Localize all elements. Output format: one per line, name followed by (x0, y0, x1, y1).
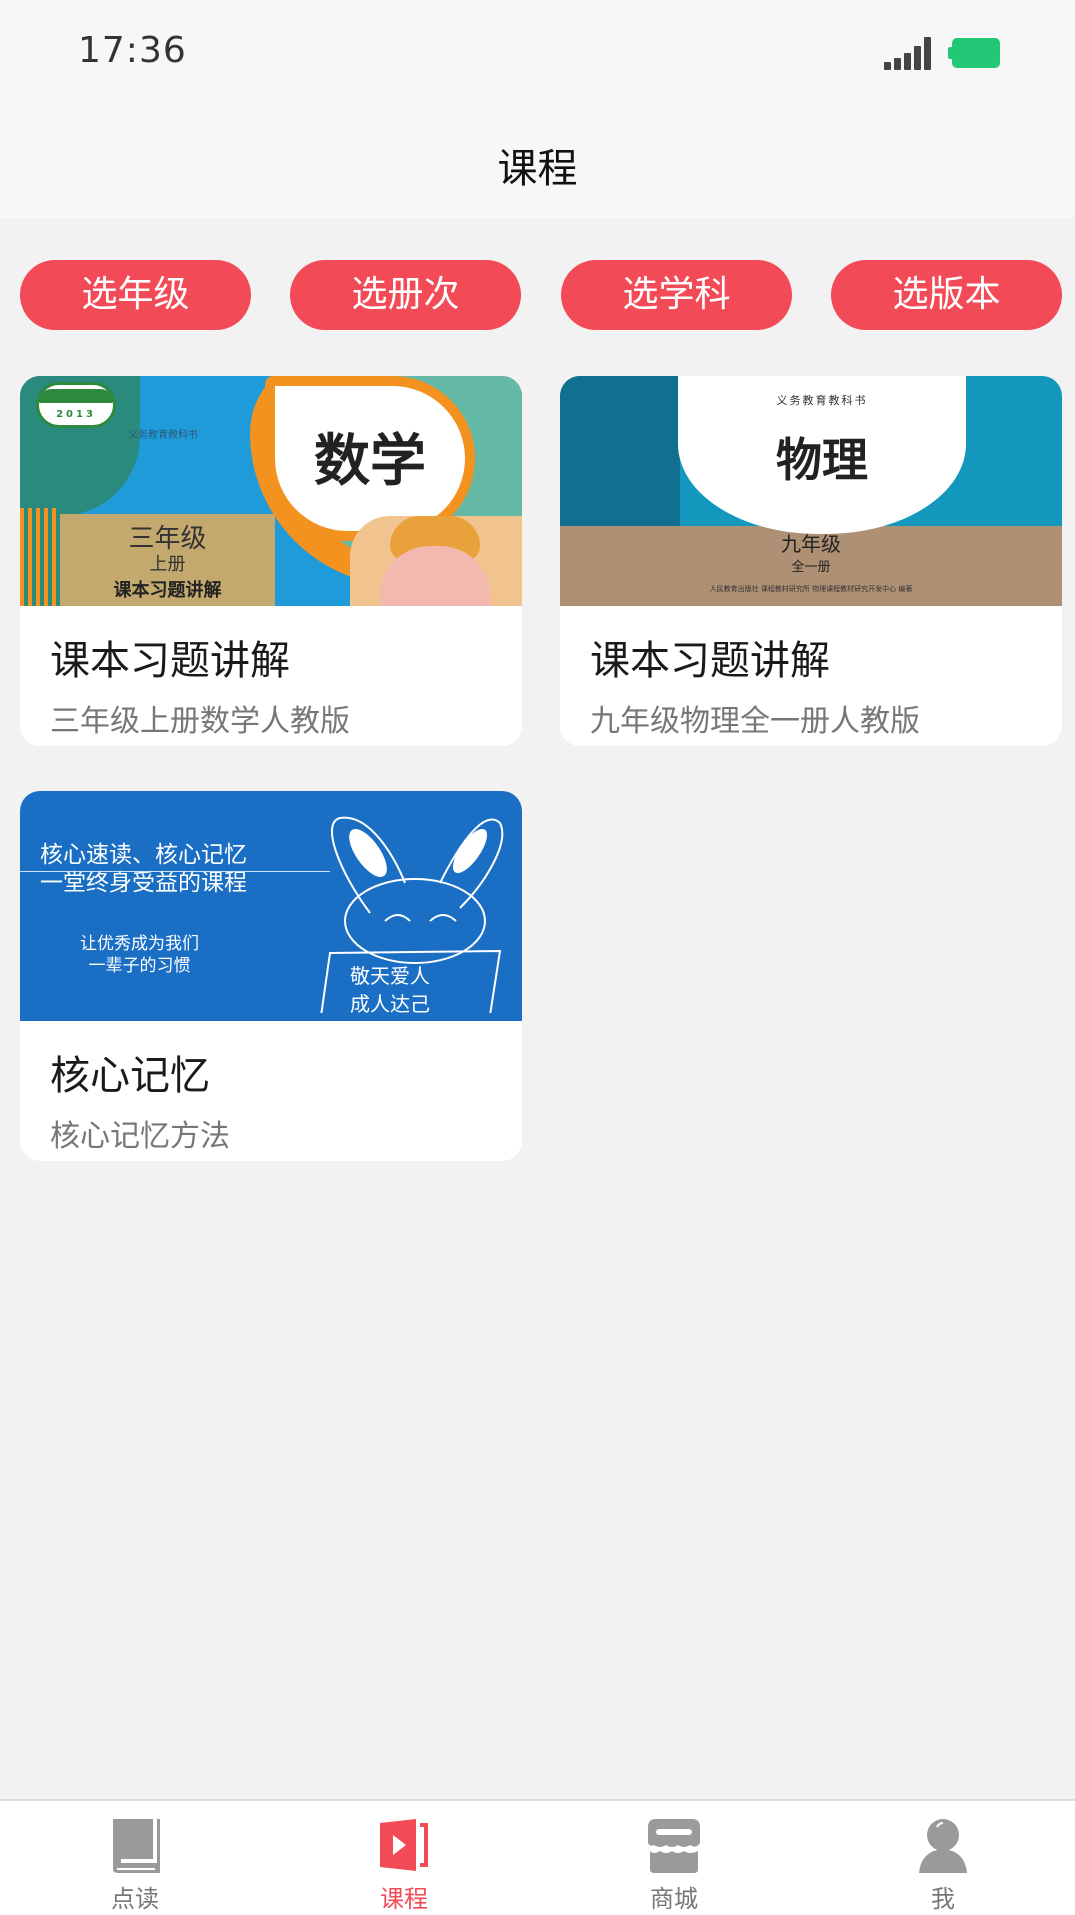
course-cover-image: 义务教育教科书 物理 九年级 全一册 人民教育出版社 课程教材研究所 物理课程教… (560, 376, 1062, 606)
course-cover-image: 2013 义务教育教科书 数学 三年级 上册 课本习题讲解 (20, 376, 522, 606)
course-card-math[interactable]: 2013 义务教育教科书 数学 三年级 上册 课本习题讲解 课本习题讲解 三年级… (20, 376, 522, 746)
course-title: 核心记忆 (50, 1053, 210, 1099)
tab-read[interactable]: 点读 (75, 1801, 195, 1915)
tab-me[interactable]: 我 (883, 1801, 1003, 1915)
course-cover-image: 核心速读、核心记忆 一堂终身受益的课程 让优秀成为我们 一辈子的习惯 敬天爱人 … (20, 791, 522, 1021)
tab-label: 课程 (380, 1885, 428, 1913)
page-title: 课程 (497, 146, 578, 192)
cover-subject: 物理 (776, 433, 868, 487)
course-card-memory[interactable]: 核心速读、核心记忆 一堂终身受益的课程 让优秀成为我们 一辈子的习惯 敬天爱人 … (20, 791, 522, 1161)
tab-label: 商城 (650, 1885, 698, 1913)
rabbit-illustration: 敬天爱人 成人达己 (320, 816, 504, 1013)
select-subject-button[interactable]: 选学科 (561, 260, 792, 330)
select-edition-button[interactable]: 选版本 (831, 260, 1062, 330)
status-bar: 17:36 (0, 0, 1075, 100)
select-grade-button[interactable]: 选年级 (20, 260, 251, 330)
store-icon (648, 1819, 700, 1873)
bottom-tab-bar: 点读 课程 商城 我 (0, 1799, 1075, 1915)
book-icon (113, 1819, 160, 1873)
select-volume-button[interactable]: 选册次 (290, 260, 521, 330)
textbook-logo: 2013 (36, 382, 116, 428)
course-subtitle: 核心记忆方法 (50, 1119, 230, 1154)
svg-text:敬天爱人: 敬天爱人 (350, 964, 430, 988)
cover-subject: 数学 (314, 428, 426, 494)
course-subtitle: 三年级上册数学人教版 (50, 704, 350, 739)
nav-bar: 课程 (0, 100, 1075, 218)
tab-label: 我 (931, 1885, 955, 1913)
user-icon (919, 1819, 967, 1873)
signal-icon (884, 36, 932, 70)
svg-text:成人达己: 成人达己 (350, 992, 430, 1013)
video-play-icon (380, 1819, 428, 1871)
course-subtitle: 九年级物理全一册人教版 (590, 704, 920, 739)
course-title: 课本习题讲解 (590, 638, 830, 684)
tab-label: 点读 (111, 1885, 159, 1913)
status-time: 17:36 (78, 30, 187, 71)
tab-courses[interactable]: 课程 (344, 1801, 464, 1915)
filter-bar: 选年级 选册次 选学科 选版本 (0, 260, 1075, 332)
course-card-physics[interactable]: 义务教育教科书 物理 九年级 全一册 人民教育出版社 课程教材研究所 物理课程教… (560, 376, 1062, 746)
tab-store[interactable]: 商城 (614, 1801, 734, 1915)
course-title: 课本习题讲解 (50, 638, 290, 684)
battery-icon (948, 38, 1000, 68)
